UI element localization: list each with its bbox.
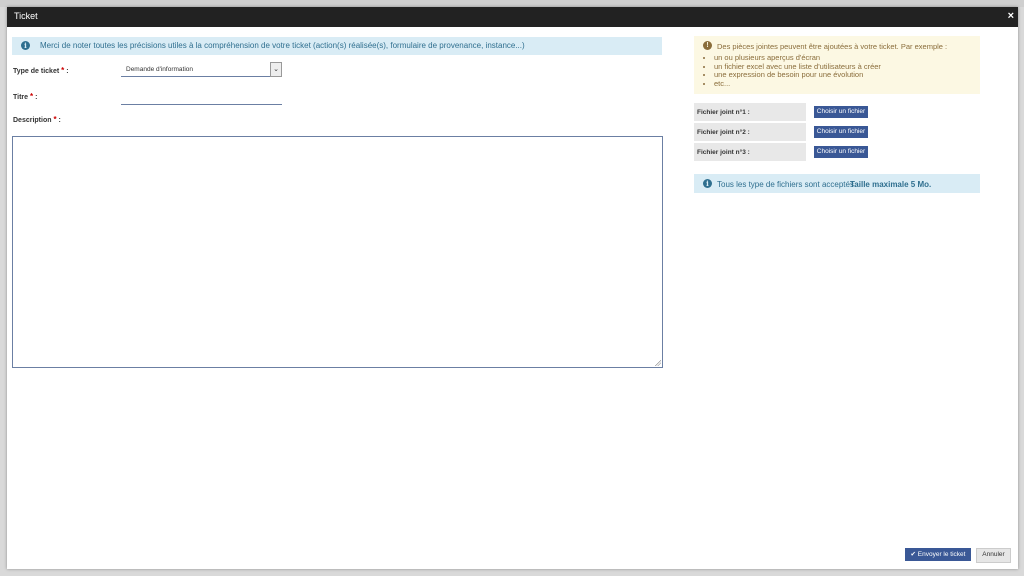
required-mark: *	[53, 115, 57, 124]
list-item: etc...	[714, 79, 881, 89]
file-note-size: Taille maximale 5 Mo.	[850, 180, 932, 189]
page-backdrop	[0, 0, 1024, 7]
info-icon: i	[703, 179, 712, 188]
info-icon: i	[21, 41, 30, 50]
cancel-button[interactable]: Annuler	[976, 548, 1011, 563]
modal-title: Ticket	[14, 11, 38, 21]
type-label: Type de ticket * :	[13, 66, 69, 75]
exclamation-icon: !	[703, 41, 712, 50]
attachments-intro: Des pièces jointes peuvent être ajoutées…	[717, 42, 948, 51]
send-ticket-label: Envoyer le ticket	[917, 551, 966, 558]
file-label-3: Fichier joint n°3 :	[697, 149, 750, 156]
type-select[interactable]: Demande d'information ⌄	[121, 62, 282, 77]
type-select-value: Demande d'information	[126, 66, 193, 73]
choose-file-button-2[interactable]: Choisir un fichier	[814, 126, 868, 138]
description-label: Description * :	[13, 115, 61, 124]
list-item: une expression de besoin pour une évolut…	[714, 70, 881, 80]
titre-label: Titre * :	[13, 92, 38, 101]
modal-titlebar: Ticket ×	[7, 7, 1018, 27]
file-row-2: Fichier joint n°2 :	[694, 123, 806, 141]
info-banner-text: Merci de noter toutes les précisions uti…	[40, 41, 525, 50]
file-note-text: Tous les type de fichiers sont acceptés.	[717, 180, 857, 189]
file-row-1: Fichier joint n°1 :	[694, 103, 806, 121]
info-banner: i Merci de noter toutes les précisions u…	[12, 37, 662, 55]
attachments-banner: ! Des pièces jointes peuvent être ajouté…	[694, 36, 980, 94]
description-textarea[interactable]	[12, 136, 663, 368]
send-ticket-button[interactable]: ✔ Envoyer le ticket	[905, 548, 971, 561]
attachments-examples: un ou plusieurs aperçus d'écran un fichi…	[704, 53, 881, 89]
check-icon: ✔	[910, 551, 916, 558]
file-label-1: Fichier joint n°1 :	[697, 109, 750, 116]
file-row-3: Fichier joint n°3 :	[694, 143, 806, 161]
choose-file-button-1[interactable]: Choisir un fichier	[814, 106, 868, 118]
choose-file-button-3[interactable]: Choisir un fichier	[814, 146, 868, 158]
resize-handle[interactable]	[655, 360, 661, 366]
file-note-banner: i Tous les type de fichiers sont accepté…	[694, 174, 980, 193]
required-mark: *	[61, 66, 65, 75]
chevron-down-icon[interactable]: ⌄	[270, 62, 282, 77]
ticket-modal: Ticket × i Merci de noter toutes les pré…	[7, 7, 1018, 569]
required-mark: *	[30, 92, 34, 101]
titre-input[interactable]	[121, 92, 282, 105]
close-icon[interactable]: ×	[1008, 10, 1014, 22]
file-label-2: Fichier joint n°2 :	[697, 129, 750, 136]
